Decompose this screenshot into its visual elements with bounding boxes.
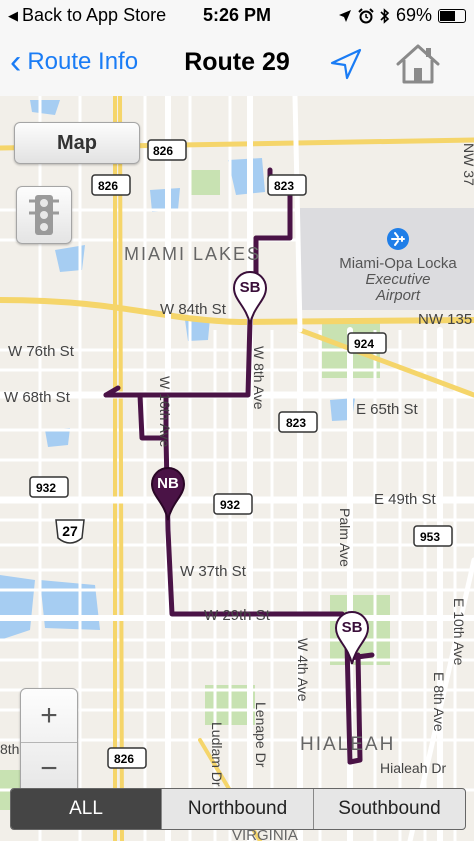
status-bar: ◀ Back to App Store 5:26 PM 69% bbox=[0, 0, 474, 30]
bluetooth-icon bbox=[380, 7, 390, 24]
lake bbox=[30, 100, 60, 115]
battery-percent: 69% bbox=[395, 5, 432, 25]
southbound-marker-label: SB bbox=[341, 619, 363, 636]
segment-northbound[interactable]: Northbound bbox=[161, 789, 313, 829]
home-icon[interactable] bbox=[394, 40, 442, 88]
street-label-nw37: NW 37 bbox=[461, 143, 474, 186]
park bbox=[190, 170, 220, 195]
southbound-marker-label: SB bbox=[239, 279, 261, 296]
airport-icon bbox=[387, 228, 409, 250]
segment-southbound[interactable]: Southbound bbox=[313, 789, 465, 829]
street-label-w16ave: W 16th Ave bbox=[157, 376, 173, 448]
street-label-palm: Palm Ave bbox=[337, 508, 353, 567]
route-info-back-label: Route Info bbox=[27, 48, 139, 75]
street-label-w68: W 68th St bbox=[4, 389, 71, 406]
street-label-w29: W 29th St bbox=[204, 607, 271, 624]
shield-823-b: 823 bbox=[278, 411, 318, 433]
street-label-e10ave: E 10th Ave bbox=[451, 598, 467, 666]
street-label-e8ave: E 8th Ave bbox=[431, 672, 447, 732]
street-label-lenape: Lenape Dr bbox=[253, 702, 269, 768]
southbound-stop-marker[interactable]: SB bbox=[334, 610, 374, 666]
airport-label-line3: Airport bbox=[375, 287, 421, 304]
shield-826-b: 826 bbox=[91, 174, 131, 196]
current-location-icon[interactable] bbox=[326, 44, 366, 84]
zoom-control: + − bbox=[20, 688, 78, 796]
street-label-w37: W 37th St bbox=[180, 563, 247, 580]
traffic-toggle-button[interactable] bbox=[16, 186, 72, 244]
street-label-w84: W 84th St bbox=[160, 301, 227, 318]
southbound-stop-marker[interactable]: SB bbox=[232, 270, 272, 326]
shield-932-b: 932 bbox=[213, 493, 253, 515]
shield-us-27-text: 27 bbox=[62, 523, 78, 539]
shield-823-a: 823 bbox=[267, 174, 307, 196]
street-label-e49: E 49th St bbox=[374, 491, 437, 508]
northbound-stop-marker[interactable]: NB bbox=[150, 466, 190, 522]
street-label-w8ave: W 8th Ave bbox=[251, 346, 267, 410]
street-label-hialeah-dr: Hialeah Dr bbox=[380, 760, 446, 776]
street-label-w76: W 76th St bbox=[8, 343, 75, 360]
shield-us-27: 27 bbox=[55, 519, 85, 544]
alarm-icon bbox=[358, 7, 374, 23]
shield-823-b-text: 823 bbox=[286, 416, 306, 430]
street-label-e65: E 65th St bbox=[356, 401, 419, 418]
shield-823-a-text: 823 bbox=[274, 179, 294, 193]
street-label-nw135: NW 135 bbox=[418, 311, 472, 328]
street-label-ludlam: Ludlam Dr bbox=[209, 722, 225, 787]
traffic-light-icon bbox=[29, 195, 59, 235]
northbound-marker-label: NB bbox=[157, 475, 179, 492]
route-map[interactable]: MIAMI LAKES Miami-Opa Locka Executive Ai… bbox=[0, 96, 474, 841]
segment-all[interactable]: ALL bbox=[11, 789, 161, 829]
place-label-hialeah: HIALEAH bbox=[300, 734, 395, 755]
direction-filter: ALL Northbound Southbound bbox=[10, 788, 466, 830]
shield-932-b-text: 932 bbox=[220, 498, 240, 512]
shield-826-a: 826 bbox=[147, 139, 187, 161]
shield-924-text: 924 bbox=[354, 337, 374, 351]
shield-826-c-text: 826 bbox=[114, 752, 134, 766]
zoom-in-button[interactable]: + bbox=[21, 689, 77, 743]
airport-label-line2: Executive bbox=[365, 271, 430, 288]
location-services-icon bbox=[338, 9, 351, 22]
lake bbox=[228, 158, 265, 195]
shield-953-text: 953 bbox=[420, 530, 440, 544]
lake bbox=[0, 575, 35, 640]
place-label-miami-lakes: MIAMI LAKES bbox=[124, 244, 261, 264]
shield-932-a: 932 bbox=[29, 476, 69, 498]
shield-826-a-text: 826 bbox=[153, 144, 173, 158]
shield-953: 953 bbox=[413, 525, 453, 547]
chevron-left-icon: ‹ bbox=[10, 43, 22, 81]
status-icons: 69% bbox=[338, 5, 466, 26]
shield-826-c: 826 bbox=[107, 747, 147, 769]
lake bbox=[40, 580, 100, 630]
route-info-back-button[interactable]: ‹ Route Info bbox=[10, 43, 139, 81]
street-label-8th: 8th bbox=[0, 741, 19, 757]
shield-924: 924 bbox=[347, 332, 387, 354]
battery-icon bbox=[438, 8, 466, 23]
airport-label-line1: Miami-Opa Locka bbox=[339, 255, 457, 272]
map-type-button[interactable]: Map bbox=[14, 122, 140, 164]
shield-932-a-text: 932 bbox=[36, 481, 56, 495]
shield-826-b-text: 826 bbox=[98, 179, 118, 193]
navigation-bar: ‹ Route Info Route 29 bbox=[0, 30, 474, 97]
street-label-w4ave: W 4th Ave bbox=[295, 638, 311, 702]
